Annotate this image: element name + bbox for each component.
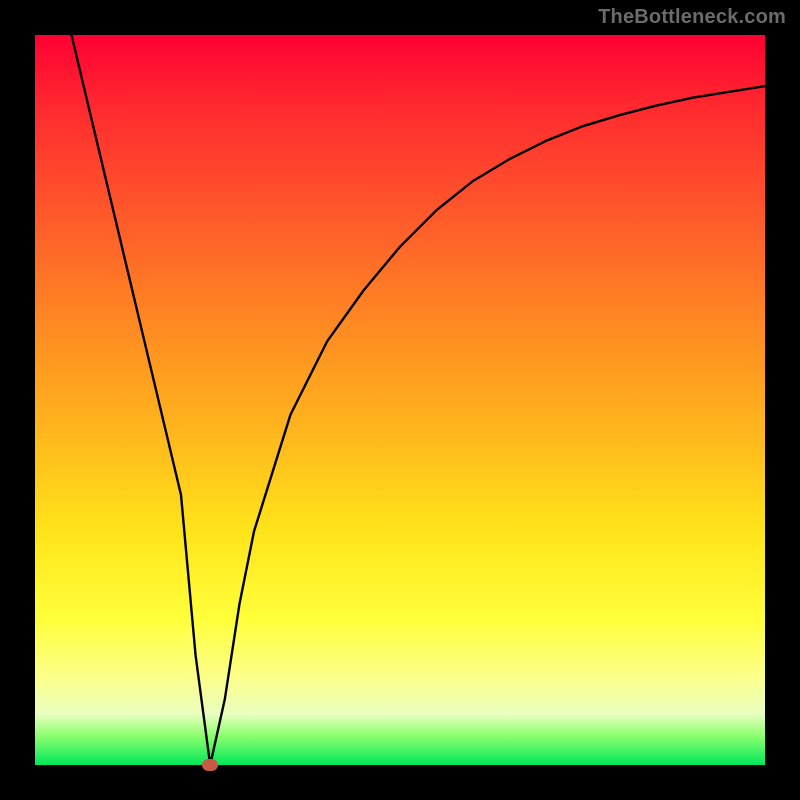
watermark-text: TheBottleneck.com [598,6,786,29]
chart-frame: TheBottleneck.com [0,0,800,800]
plot-area [35,35,765,765]
minimum-marker [202,759,218,771]
bottleneck-curve [35,35,765,765]
